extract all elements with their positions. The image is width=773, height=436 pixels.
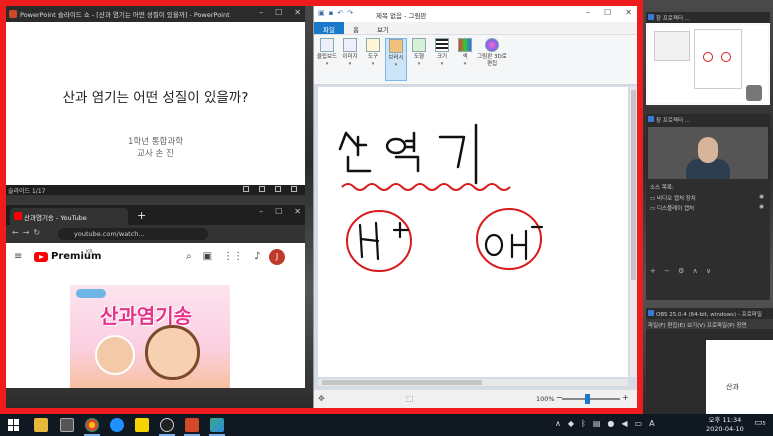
file-explorer-icon[interactable]: [34, 418, 48, 432]
monitor-tray-icon[interactable]: ▭: [635, 419, 643, 428]
chrome-icon[interactable]: [85, 418, 99, 432]
source-item[interactable]: ▭ 비디오 캡처 장치 ◉: [650, 194, 766, 203]
obs-icon[interactable]: [160, 418, 174, 432]
store-icon[interactable]: [60, 418, 74, 432]
clock-date: 2020-04-10: [706, 425, 744, 433]
clock[interactable]: 오후 11:34 2020-04-10: [706, 416, 744, 434]
ime-indicator[interactable]: A: [649, 419, 654, 428]
clock-time: 오후 11:34: [708, 416, 742, 424]
visibility-icon[interactable]: ◉: [759, 194, 764, 200]
capture-highlight-frame: [0, 0, 643, 414]
system-tray: ∧ ◆ ᛒ ▤ ● ◀ ▭ A: [555, 419, 655, 428]
projector-preview: [648, 25, 768, 103]
mini-slide: [654, 31, 690, 61]
sources-toolbar[interactable]: + − ⚙ ∧ ∨: [650, 267, 714, 275]
edge-icon[interactable]: [110, 418, 124, 432]
obs-titlebar: OBS 25.0.4 (64-bit, windows) - 프로파일: [646, 308, 773, 319]
notification-icon[interactable]: ▭5: [754, 418, 766, 428]
projector-titlebar: 창 프로젝터 ...: [646, 12, 770, 23]
projector-window-1[interactable]: 창 프로젝터 ...: [646, 12, 770, 105]
app-tray-icon[interactable]: ●: [607, 419, 614, 428]
obs-preview-text: 산과: [726, 383, 739, 391]
monitor-icon: ▭: [650, 206, 657, 212]
network-icon[interactable]: ▤: [593, 419, 601, 428]
webcam-feed: [648, 127, 768, 181]
mini-paint: [694, 29, 742, 89]
dropbox-icon[interactable]: ◆: [568, 419, 574, 428]
notification-count: 5: [762, 421, 766, 427]
obs-window[interactable]: OBS 25.0.4 (64-bit, windows) - 프로파일 파일(F…: [646, 308, 773, 414]
projector-titlebar: 창 프로젝터 ...: [646, 114, 770, 125]
source-item[interactable]: ▭ 디스플레이 캡처 ◉: [650, 204, 766, 213]
visibility-icon[interactable]: ◉: [759, 204, 764, 210]
windows-start-icon[interactable]: [8, 419, 20, 431]
powerpoint-icon[interactable]: [185, 418, 199, 432]
projector-window-2[interactable]: 창 프로젝터 ... 소스 목록: ▭ 비디오 캡처 장치 ◉ ▭ 디스플레이 …: [646, 114, 770, 300]
obs-menubar[interactable]: 파일(F) 편집(E) 보기(V) 프로파일(P) 장면: [646, 319, 773, 329]
sources-panel: 소스 목록: ▭ 비디오 캡처 장치 ◉ ▭ 디스플레이 캡처 ◉ + − ⚙ …: [646, 179, 770, 300]
sticky-notes-icon[interactable]: [135, 418, 149, 432]
camera-icon: ▭: [650, 196, 657, 202]
sources-label: 소스 목록:: [650, 185, 674, 191]
person-face: [698, 137, 718, 163]
mini-circle: [721, 52, 731, 62]
taskbar: ∧ ◆ ᛒ ▤ ● ◀ ▭ A 오후 11:34 2020-04-10 ▭5: [0, 414, 773, 436]
mini-circle: [703, 52, 713, 62]
volume-icon[interactable]: ◀: [621, 419, 627, 428]
mini-webcam: [746, 85, 762, 101]
obs-preview: 산과: [706, 340, 773, 414]
paint-icon[interactable]: [210, 418, 224, 432]
bluetooth-icon[interactable]: ᛒ: [581, 419, 586, 428]
chevron-up-icon[interactable]: ∧: [555, 419, 561, 428]
